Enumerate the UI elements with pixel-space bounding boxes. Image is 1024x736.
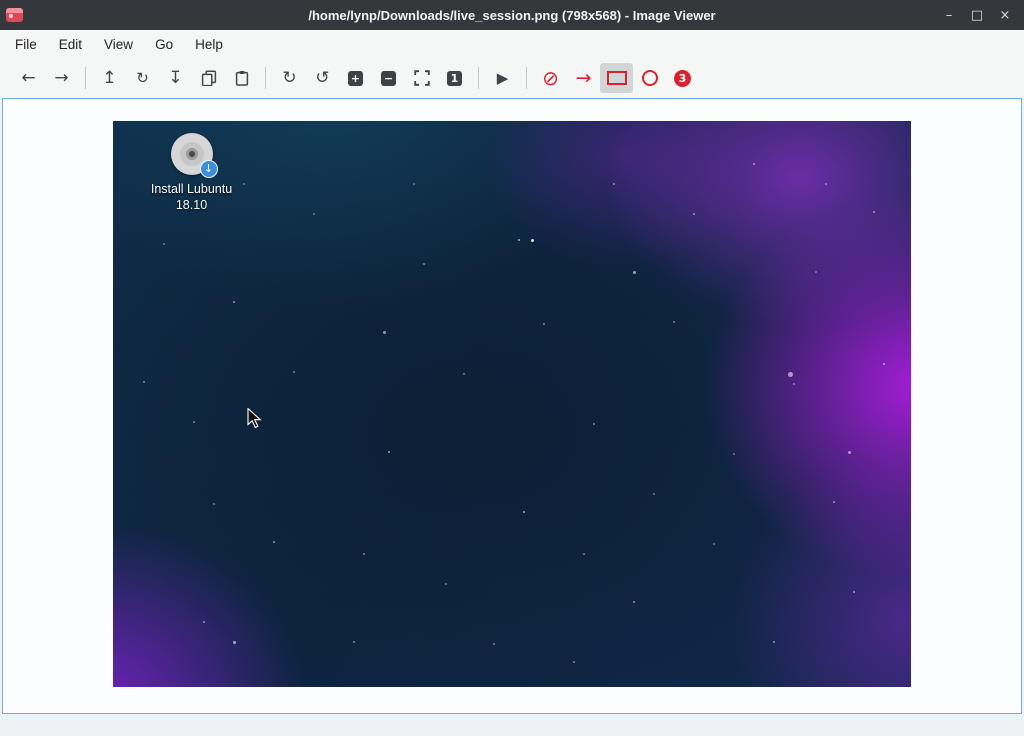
menu-edit[interactable]: Edit: [48, 30, 93, 58]
rectangle-annotation-icon: [607, 71, 627, 85]
back-button[interactable]: ←: [12, 63, 45, 93]
forward-icon: →: [54, 70, 68, 87]
back-icon: ←: [21, 70, 35, 87]
minimize-button[interactable]: –: [936, 3, 962, 27]
cd-disc-icon: ↓: [171, 133, 213, 175]
menubar: File Edit View Go Help: [0, 30, 1024, 58]
desktop-icon-label-line2: 18.10: [139, 197, 244, 213]
reload-button[interactable]: ↻: [126, 63, 159, 93]
play-slideshow-button[interactable]: ▶: [486, 63, 519, 93]
rotate-clockwise-button[interactable]: ↻: [273, 63, 306, 93]
titlebar: /home/lynp/Downloads/live_session.png (7…: [0, 0, 1024, 30]
circle-annotation-button[interactable]: [633, 63, 666, 93]
number-annotation-icon: 3: [674, 70, 691, 87]
image-viewport[interactable]: ↓ Install Lubuntu 18.10: [2, 98, 1022, 714]
zoom-in-icon: +: [348, 71, 363, 86]
install-lubuntu-desktop-icon: ↓ Install Lubuntu 18.10: [139, 133, 244, 214]
reload-icon: ↻: [136, 71, 149, 86]
mouse-cursor-icon: [247, 408, 262, 429]
save-icon: ↧: [168, 70, 182, 87]
upload-button[interactable]: ↥: [93, 63, 126, 93]
app-icon: [6, 8, 23, 22]
desktop-icon-label-line1: Install Lubuntu: [139, 181, 244, 197]
close-icon: ×: [1000, 8, 1011, 23]
zoom-in-button[interactable]: +: [339, 63, 372, 93]
close-button[interactable]: ×: [992, 3, 1018, 27]
play-icon: ▶: [497, 71, 509, 86]
toolbar-separator: [85, 67, 86, 89]
menu-view[interactable]: View: [93, 30, 144, 58]
forward-button[interactable]: →: [45, 63, 78, 93]
download-badge-icon: ↓: [200, 160, 218, 178]
zoom-out-icon: −: [381, 71, 396, 86]
copy-icon: [201, 70, 217, 86]
window-controls: – □ ×: [936, 3, 1018, 27]
fit-window-icon: [414, 70, 430, 86]
displayed-image[interactable]: ↓ Install Lubuntu 18.10: [113, 121, 911, 687]
rectangle-annotation-button[interactable]: [600, 63, 633, 93]
toolbar: ← → ↥ ↻ ↧ ↻ ↺ + − 1 ▶ ⊘ → 3: [0, 58, 1024, 98]
menu-go[interactable]: Go: [144, 30, 184, 58]
no-annotation-button[interactable]: ⊘: [534, 63, 567, 93]
maximize-button[interactable]: □: [964, 3, 990, 27]
upload-icon: ↥: [102, 70, 116, 87]
paste-icon: [234, 70, 250, 86]
arrow-annotation-button[interactable]: →: [567, 63, 600, 93]
number-annotation-button[interactable]: 3: [666, 63, 699, 93]
toolbar-separator: [265, 67, 266, 89]
fit-window-button[interactable]: [405, 63, 438, 93]
save-button[interactable]: ↧: [159, 63, 192, 93]
copy-button[interactable]: [192, 63, 225, 93]
rotate-counterclockwise-button[interactable]: ↺: [306, 63, 339, 93]
rotate-clockwise-icon: ↻: [282, 70, 296, 87]
circle-annotation-icon: [642, 70, 658, 86]
original-size-button[interactable]: 1: [438, 63, 471, 93]
menu-file[interactable]: File: [4, 30, 48, 58]
rotate-counterclockwise-icon: ↺: [315, 70, 329, 87]
zoom-out-button[interactable]: −: [372, 63, 405, 93]
paste-button[interactable]: [225, 63, 258, 93]
minimize-icon: –: [946, 8, 953, 23]
original-size-icon: 1: [447, 71, 462, 86]
window-title: /home/lynp/Downloads/live_session.png (7…: [0, 8, 1024, 23]
maximize-icon: □: [971, 8, 983, 23]
toolbar-separator: [526, 67, 527, 89]
toolbar-separator: [478, 67, 479, 89]
no-annotation-icon: ⊘: [542, 68, 559, 88]
arrow-annotation-icon: →: [576, 69, 592, 88]
menu-help[interactable]: Help: [184, 30, 234, 58]
